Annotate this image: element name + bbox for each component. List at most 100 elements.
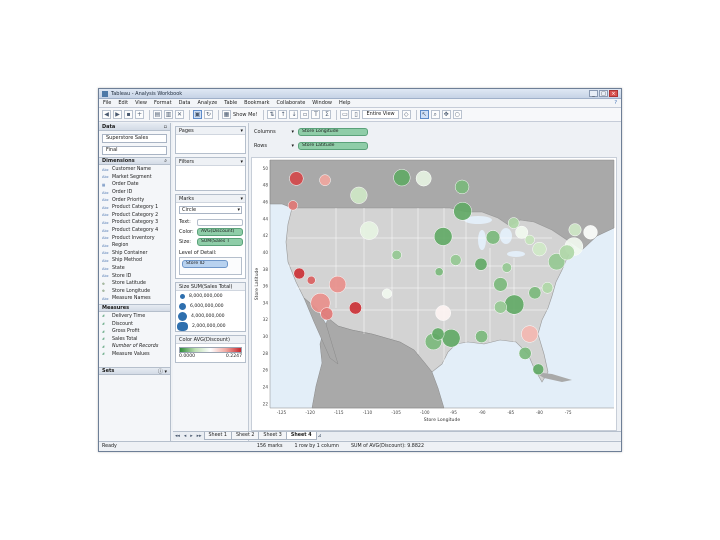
dimension-field[interactable]: ▦ Order Date — [102, 181, 167, 189]
close-button[interactable]: × — [609, 90, 618, 97]
dimension-field[interactable]: Abc Customer Name — [102, 166, 167, 174]
duplicate-sheet-icon[interactable]: ▥ — [164, 110, 173, 119]
dimension-field[interactable]: Abc Order Priority — [102, 196, 167, 204]
show-me-button[interactable]: Show Me! — [233, 112, 257, 118]
dimension-field[interactable]: Abc Product Inventory — [102, 234, 167, 242]
map-chart[interactable]: -125 -120 -115 -110 -105 -100 -95 -90 -85 -80 -75 2… — [252, 158, 618, 432]
color-pill[interactable]: AVG(Discount) — [197, 228, 243, 236]
totals-icon[interactable]: Σ — [322, 110, 332, 119]
next-sheet-icon[interactable]: ▸ — [190, 434, 192, 439]
fit-select[interactable]: Entire View — [362, 110, 399, 119]
pages-card[interactable]: Pages ▾ — [175, 126, 246, 154]
chevron-down-icon[interactable]: ▾ — [240, 127, 243, 134]
measure-field[interactable]: # Delivery Time — [102, 313, 167, 321]
dimension-field[interactable]: Abc Ship Container — [102, 250, 167, 258]
measure-field[interactable]: # Sales Total — [102, 335, 167, 343]
datasource-superstore[interactable]: Superstore Sales — [102, 134, 167, 143]
tab-sheet-4[interactable]: Sheet 4 — [285, 432, 317, 440]
save-icon[interactable]: ▪ — [124, 110, 133, 119]
menu-file[interactable]: File — [103, 100, 111, 106]
dimension-field[interactable]: Abc Product Category 3 — [102, 219, 167, 227]
dimension-field[interactable]: Abc Store ID — [102, 272, 167, 280]
select-pointer-icon[interactable]: ↖ — [419, 110, 429, 119]
menu-table[interactable]: Table — [224, 100, 237, 106]
measure-field[interactable]: # Measure Values — [102, 351, 167, 359]
pan-icon[interactable]: ✥ — [441, 110, 451, 119]
maximize-button[interactable]: □ — [599, 90, 608, 97]
menu-collaborate[interactable]: Collaborate — [277, 100, 306, 106]
swap-icon[interactable]: ⇅ — [267, 110, 277, 119]
menu-window[interactable]: Window — [312, 100, 332, 106]
lod-shelf[interactable]: Store ID — [179, 257, 242, 275]
store-mark — [415, 170, 432, 187]
new-sheet-icon[interactable]: ▤ — [153, 110, 162, 119]
tab-sheet-1[interactable]: Sheet 1 — [203, 432, 232, 440]
measure-field[interactable]: # Number of Records — [102, 343, 167, 351]
dimension-field[interactable]: Abc Ship Method — [102, 257, 167, 265]
dimension-field[interactable]: Abc Measure Names — [102, 295, 167, 303]
dimension-field[interactable]: Abc Market Segment — [102, 174, 167, 182]
dimension-field[interactable]: Abc Product Category 2 — [102, 212, 167, 220]
minimize-button[interactable]: _ — [589, 90, 598, 97]
dimension-field[interactable]: Abc Product Category 1 — [102, 204, 167, 212]
search-icon[interactable]: ⌕ — [164, 158, 167, 164]
mark-type-select[interactable]: Circle ▾ — [179, 206, 242, 214]
text-shelf-drop[interactable] — [197, 218, 243, 226]
chevron-down-icon[interactable]: ▾ — [240, 158, 243, 165]
label-icon[interactable]: T — [311, 110, 321, 119]
run-update-icon[interactable]: ↻ — [204, 110, 213, 119]
menu-view[interactable]: View — [135, 100, 147, 106]
info-icon[interactable]: ⓘ ▾ — [158, 368, 167, 375]
forward-arrow-icon[interactable]: ▶ — [113, 110, 122, 119]
dimension-field[interactable]: Abc Product Category 4 — [102, 227, 167, 235]
show-me-icon[interactable]: ▦ — [222, 110, 231, 119]
tab-sheet-2[interactable]: Sheet 2 — [230, 432, 260, 440]
dimension-field[interactable]: Abc Region — [102, 242, 167, 250]
color-gradient-bar — [179, 347, 242, 353]
measure-field[interactable]: # Discount — [102, 320, 167, 328]
pin-icon[interactable]: ◇ — [401, 110, 411, 119]
lasso-icon[interactable]: ○ — [452, 110, 462, 119]
clear-sheet-icon[interactable]: ✕ — [175, 110, 184, 119]
size-pill[interactable]: SUM(Sales T — [197, 238, 243, 246]
zoom-icon[interactable]: ⌕ — [430, 110, 440, 119]
chevron-down-icon[interactable]: ▾ — [291, 129, 294, 135]
store-mark — [583, 225, 598, 240]
tab-sheet-3[interactable]: Sheet 3 — [258, 432, 287, 440]
group-icon[interactable]: ▫ — [300, 110, 310, 119]
menu-analyze[interactable]: Analyze — [198, 100, 218, 106]
add-datasource-icon[interactable]: + — [135, 110, 144, 119]
columns-pill[interactable]: Store Longitude — [298, 128, 368, 136]
automatic-updates-icon[interactable]: ▣ — [193, 110, 202, 119]
store-mark — [450, 254, 462, 266]
measure-field[interactable]: # Gross Profit — [102, 328, 167, 336]
map-view[interactable]: -125 -120 -115 -110 -105 -100 -95 -90 -85 -80 -75 2… — [251, 157, 617, 431]
minimize-panel-icon[interactable]: ▫ — [164, 124, 167, 130]
datasource-final[interactable]: Final — [102, 146, 167, 155]
sort-ascending-icon[interactable]: ↑ — [278, 110, 288, 119]
menu-data[interactable]: Data — [179, 100, 191, 106]
chevron-down-icon[interactable]: ▾ — [240, 195, 243, 202]
chevron-down-icon[interactable]: ▾ — [291, 143, 294, 149]
menu-help[interactable]: Help — [339, 100, 350, 106]
new-sheet-tab-icon[interactable]: ⊿ — [318, 434, 322, 439]
back-arrow-icon[interactable]: ◀ — [102, 110, 111, 119]
dimension-field[interactable]: ⊕ Store Longitude — [102, 288, 167, 296]
fit-icon[interactable]: ▯ — [351, 110, 361, 119]
last-sheet-icon[interactable]: ▸▸ — [197, 434, 202, 439]
menu-edit[interactable]: Edit — [118, 100, 128, 106]
help-icon[interactable]: ? — [614, 100, 617, 106]
dimension-field[interactable]: Abc State — [102, 265, 167, 273]
presentation-icon[interactable]: ▭ — [340, 110, 350, 119]
dimension-field[interactable]: Abc Order ID — [102, 189, 167, 197]
prev-sheet-icon[interactable]: ◂ — [184, 434, 186, 439]
menu-bookmark[interactable]: Bookmark — [244, 100, 269, 106]
sort-descending-icon[interactable]: ↓ — [289, 110, 299, 119]
field-label: Product Category 2 — [112, 212, 159, 218]
dimension-field[interactable]: ⊕ Store Latitude — [102, 280, 167, 288]
rows-pill[interactable]: Store Latitude — [298, 142, 368, 150]
lod-pill[interactable]: Store ID — [182, 260, 228, 268]
first-sheet-icon[interactable]: ◂◂ — [175, 434, 180, 439]
menu-format[interactable]: Format — [154, 100, 172, 106]
filters-card[interactable]: Filters ▾ — [175, 157, 246, 191]
